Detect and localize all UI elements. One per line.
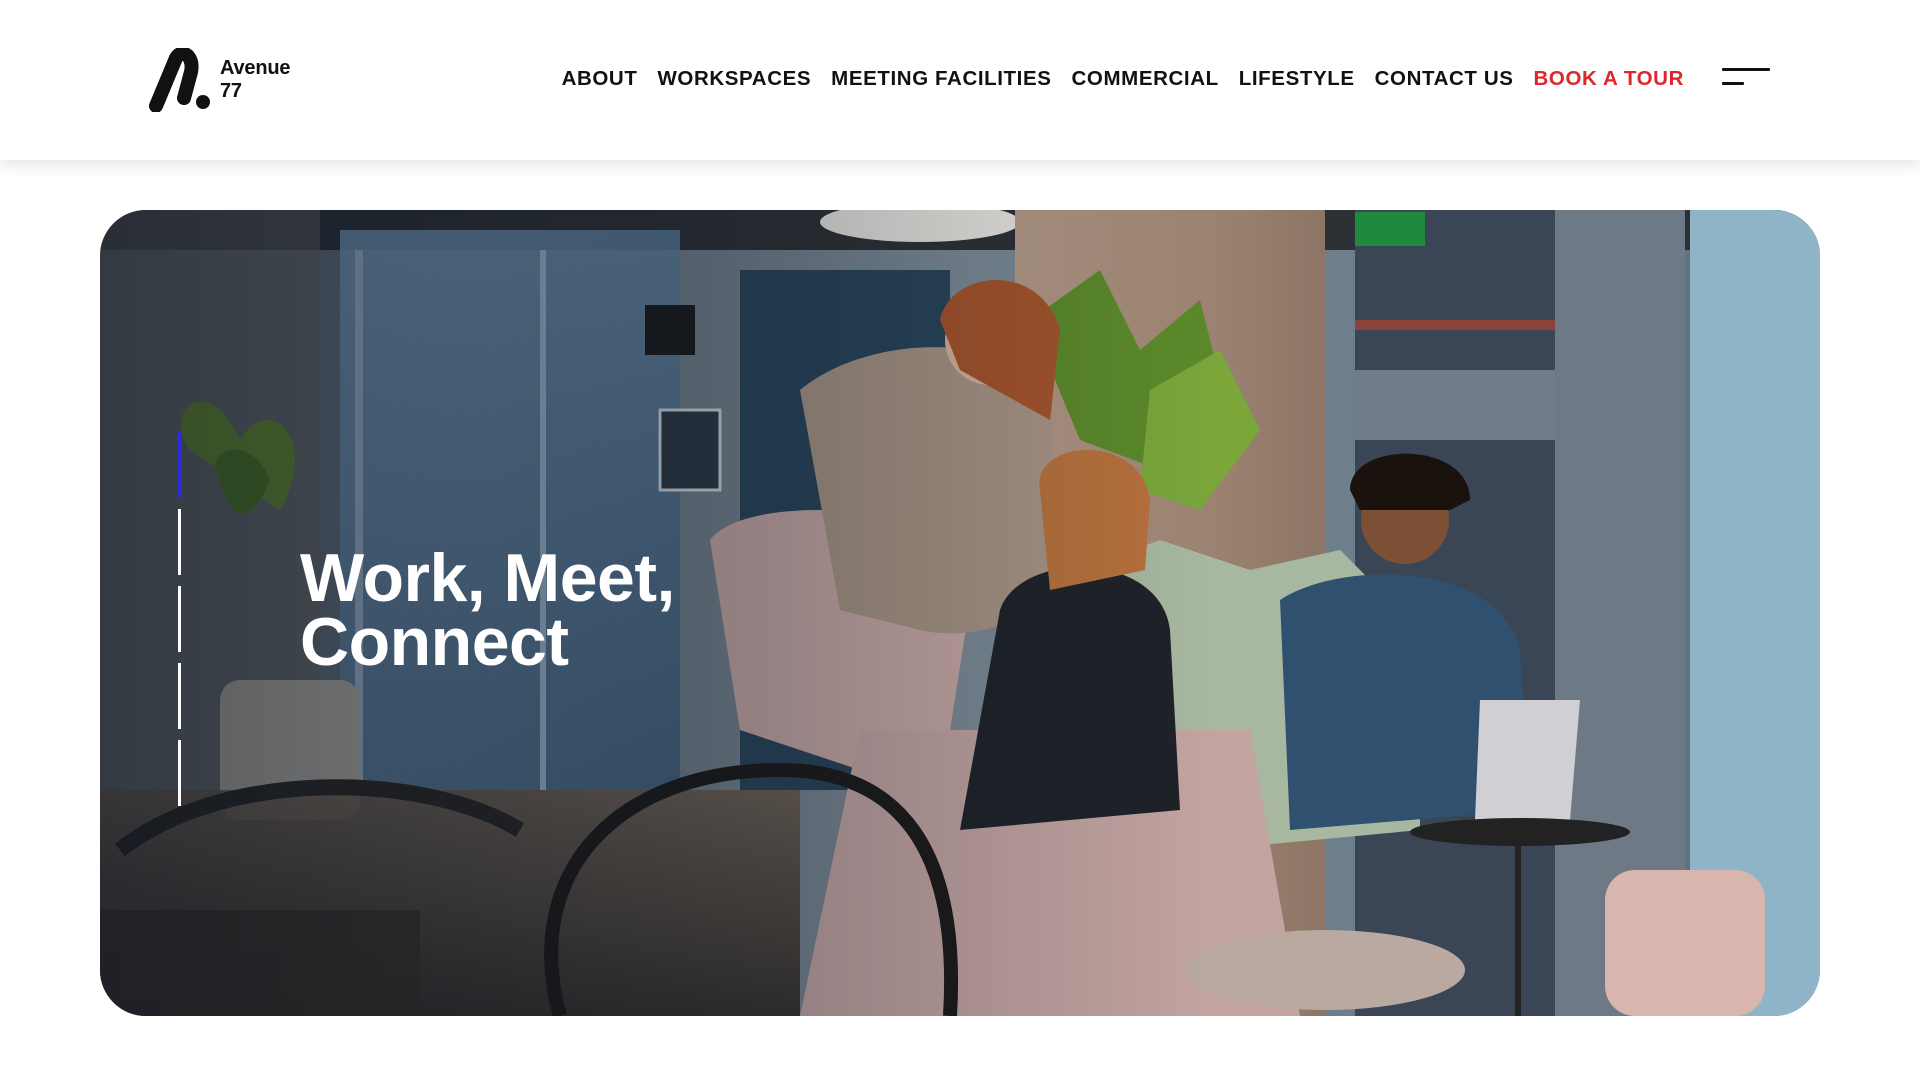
menu-line-bottom (1722, 82, 1744, 85)
main-nav: ABOUT WORKSPACES MEETING FACILITIES COMM… (542, 62, 1684, 96)
slide-indicator-3[interactable] (178, 586, 181, 652)
nav-commercial[interactable]: COMMERCIAL (1072, 67, 1219, 91)
avenue77-logo-icon (149, 48, 210, 112)
nav-meeting-facilities[interactable]: MEETING FACILITIES (831, 67, 1051, 91)
hero-banner: Work, Meet, Connect (100, 210, 1820, 1016)
slide-indicator-1[interactable] (178, 432, 181, 498)
slide-indicator-4[interactable] (178, 663, 181, 729)
brand-name-line1: Avenue (220, 57, 291, 79)
hero-title-line1: Work, Meet, (300, 540, 675, 616)
hero-title: Work, Meet, Connect (300, 540, 820, 680)
nav-workspaces[interactable]: WORKSPACES (657, 67, 811, 91)
book-a-tour-link[interactable]: BOOK A TOUR (1534, 67, 1684, 91)
brand-name: Avenue 77 (220, 57, 291, 103)
slide-indicators (178, 432, 182, 806)
site-header: Avenue 77 ABOUT WORKSPACES MEETING FACIL… (0, 0, 1920, 160)
slide-indicator-2[interactable] (178, 509, 181, 575)
logo-link[interactable]: Avenue 77 (148, 48, 298, 112)
nav-contact-us[interactable]: CONTACT US (1375, 67, 1514, 91)
menu-line-top (1722, 68, 1770, 71)
brand-name-line2: 77 (220, 80, 242, 102)
slide-indicator-5[interactable] (178, 740, 181, 806)
nav-about[interactable]: ABOUT (562, 67, 638, 91)
nav-lifestyle[interactable]: LIFESTYLE (1239, 67, 1355, 91)
hamburger-menu-icon[interactable] (1722, 66, 1770, 88)
hero-title-line2: Connect (300, 604, 569, 680)
